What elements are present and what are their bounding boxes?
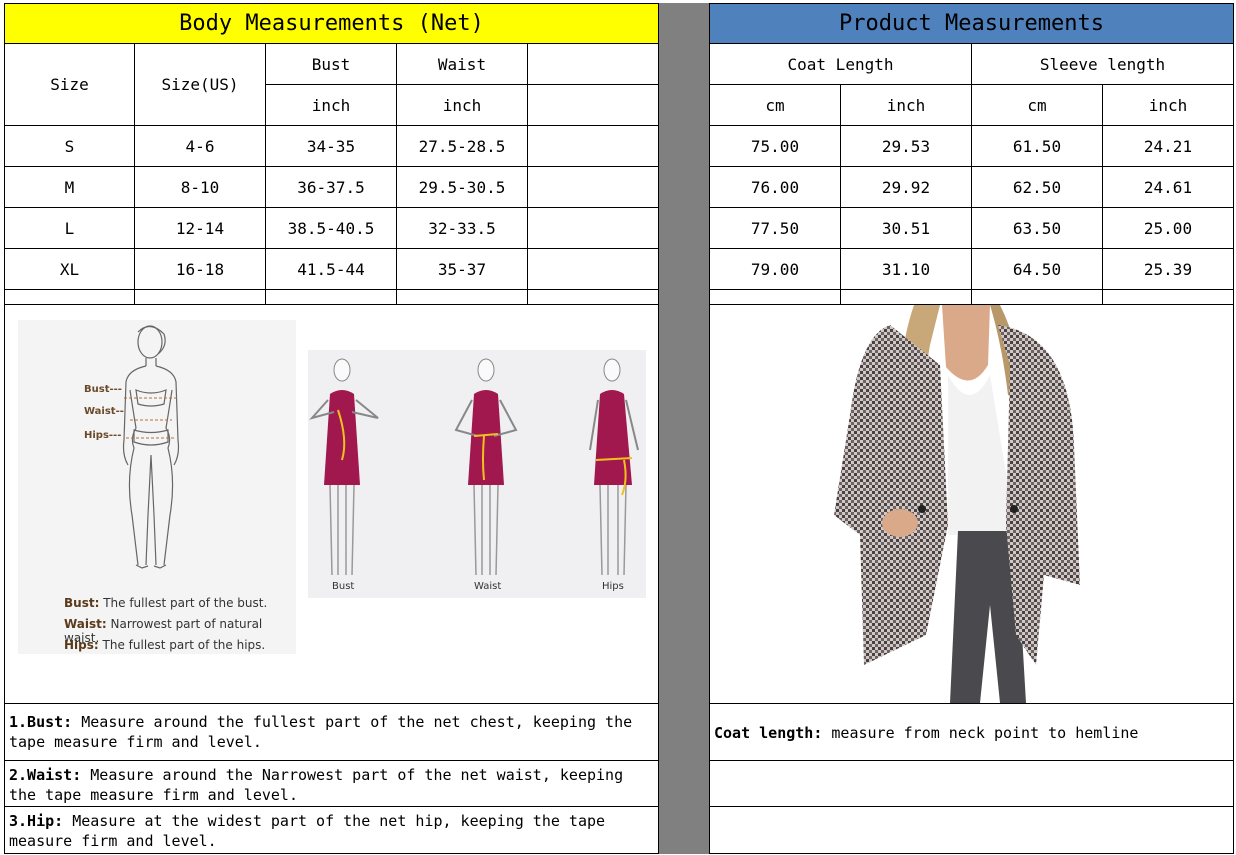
table-cell-coat-inch: 29.92 <box>840 166 972 208</box>
table-cell-sleeve-cm: 64.50 <box>971 248 1103 290</box>
body-sketch-panel: Bust--- Waist-- Hips--- Bust: The fulles… <box>18 320 296 654</box>
bust-mark-label: Bust--- <box>84 384 122 395</box>
legend-term: Bust: <box>64 596 100 610</box>
note-text: Measure around the fullest part of the n… <box>9 713 633 751</box>
note-hip: 3.Hip: Measure at the widest part of the… <box>4 806 659 854</box>
dress-figures-panel: Bust Waist Hips <box>308 350 646 598</box>
header-coat-cm: cm <box>709 84 841 126</box>
table-cell-waist: 35-37 <box>396 248 528 290</box>
table-spacer-cell <box>709 289 841 305</box>
table-cell-sleeve-inch: 25.00 <box>1102 207 1234 249</box>
table-cell-bust: 41.5-44 <box>265 248 397 290</box>
table-cell-coat-cm: 75.00 <box>709 125 841 167</box>
table-cell-size-us: 4-6 <box>134 125 266 167</box>
table-cell-coat-inch: 31.10 <box>840 248 972 290</box>
note-text: Measure at the widest part of the net hi… <box>9 812 606 850</box>
body-table-title: Body Measurements (Net) <box>4 3 659 44</box>
legend-desc: The fullest part of the hips. <box>102 638 266 652</box>
table-spacer-cell <box>4 289 135 305</box>
table-cell-size: L <box>4 207 135 249</box>
figure-bust <box>309 358 379 576</box>
legend-bust: Bust: The fullest part of the bust. <box>64 596 267 610</box>
table-cell-waist: 27.5-28.5 <box>396 125 528 167</box>
table-cell-size: S <box>4 125 135 167</box>
table-cell-sleeve-inch: 24.21 <box>1102 125 1234 167</box>
table-spacer-cell <box>134 289 266 305</box>
table-cell-coat-inch: 29.53 <box>840 125 972 167</box>
header-sleeve-cm: cm <box>971 84 1103 126</box>
table-cell-sleeve-inch: 25.39 <box>1102 248 1234 290</box>
table-spacer-cell <box>840 289 972 305</box>
header-size: Size <box>4 43 135 126</box>
note-empty <box>709 806 1234 854</box>
header-size-us: Size(US) <box>134 43 266 126</box>
legend-term: Hips: <box>64 638 99 652</box>
figure-hips <box>589 358 639 576</box>
table-cell-size-us: 12-14 <box>134 207 266 249</box>
note-empty <box>709 760 1234 807</box>
note-term: 1.Bust: <box>9 713 73 731</box>
table-cell-size-us: 16-18 <box>134 248 266 290</box>
header-coat-inch: inch <box>840 84 972 126</box>
table-cell-sleeve-cm: 63.50 <box>971 207 1103 249</box>
header-bust: Bust <box>265 43 397 85</box>
header-coat-length: Coat Length <box>709 43 972 85</box>
note-waist: 2.Waist: Measure around the Narrowest pa… <box>4 760 659 807</box>
note-text: Measure around the Narrowest part of the… <box>9 766 624 804</box>
note-term: Coat length: <box>714 724 823 742</box>
legend-hips: Hips: The fullest part of the hips. <box>64 638 265 652</box>
table-cell-sleeve-cm: 61.50 <box>971 125 1103 167</box>
table-spacer-cell <box>971 289 1103 305</box>
note-term: 3.Hip: <box>9 812 64 830</box>
table-cell-bust: 36-37.5 <box>265 166 397 208</box>
header-bust-unit: inch <box>265 84 397 126</box>
figure-label-waist: Waist <box>474 581 502 592</box>
hips-mark-label: Hips--- <box>84 430 122 441</box>
dress-figures <box>309 358 639 576</box>
note-bust: 1.Bust: Measure around the fullest part … <box>4 703 659 761</box>
table-cell-empty <box>527 207 659 249</box>
figure-waist <box>454 358 518 576</box>
table-spacer-cell <box>265 289 397 305</box>
product-table-title: Product Measurements <box>709 3 1234 44</box>
figure-label-hips: Hips <box>602 581 624 592</box>
header-waist: Waist <box>396 43 528 85</box>
table-cell-size: M <box>4 166 135 208</box>
table-cell-empty <box>527 166 659 208</box>
header-empty-unit <box>527 84 659 126</box>
table-spacer-cell <box>396 289 528 305</box>
table-spacer-cell <box>527 289 659 305</box>
table-cell-size-us: 8-10 <box>134 166 266 208</box>
note-term: 2.Waist: <box>9 766 82 784</box>
product-photo <box>834 305 1080 703</box>
figure-label-bust: Bust <box>332 581 355 592</box>
note-coat-length: Coat length: measure from neck point to … <box>709 703 1234 761</box>
header-sleeve-inch: inch <box>1102 84 1234 126</box>
table-cell-bust: 38.5-40.5 <box>265 207 397 249</box>
table-cell-sleeve-cm: 62.50 <box>971 166 1103 208</box>
table-cell-sleeve-inch: 24.61 <box>1102 166 1234 208</box>
header-sleeve-length: Sleeve length <box>971 43 1234 85</box>
waist-mark-label: Waist-- <box>84 406 124 417</box>
table-cell-empty <box>527 248 659 290</box>
table-cell-size: XL <box>4 248 135 290</box>
legend-desc: The fullest part of the bust. <box>103 596 268 610</box>
header-waist-unit: inch <box>396 84 528 126</box>
table-cell-coat-cm: 79.00 <box>709 248 841 290</box>
header-empty <box>527 43 659 85</box>
table-cell-coat-inch: 30.51 <box>840 207 972 249</box>
table-cell-waist: 29.5-30.5 <box>396 166 528 208</box>
table-cell-bust: 34-35 <box>265 125 397 167</box>
table-cell-coat-cm: 77.50 <box>709 207 841 249</box>
table-spacer-cell <box>1102 289 1234 305</box>
table-cell-coat-cm: 76.00 <box>709 166 841 208</box>
note-text: measure from neck point to hemline <box>822 724 1139 742</box>
legend-term: Waist: <box>64 617 107 631</box>
table-cell-waist: 32-33.5 <box>396 207 528 249</box>
table-cell-empty <box>527 125 659 167</box>
column-divider <box>658 3 710 854</box>
